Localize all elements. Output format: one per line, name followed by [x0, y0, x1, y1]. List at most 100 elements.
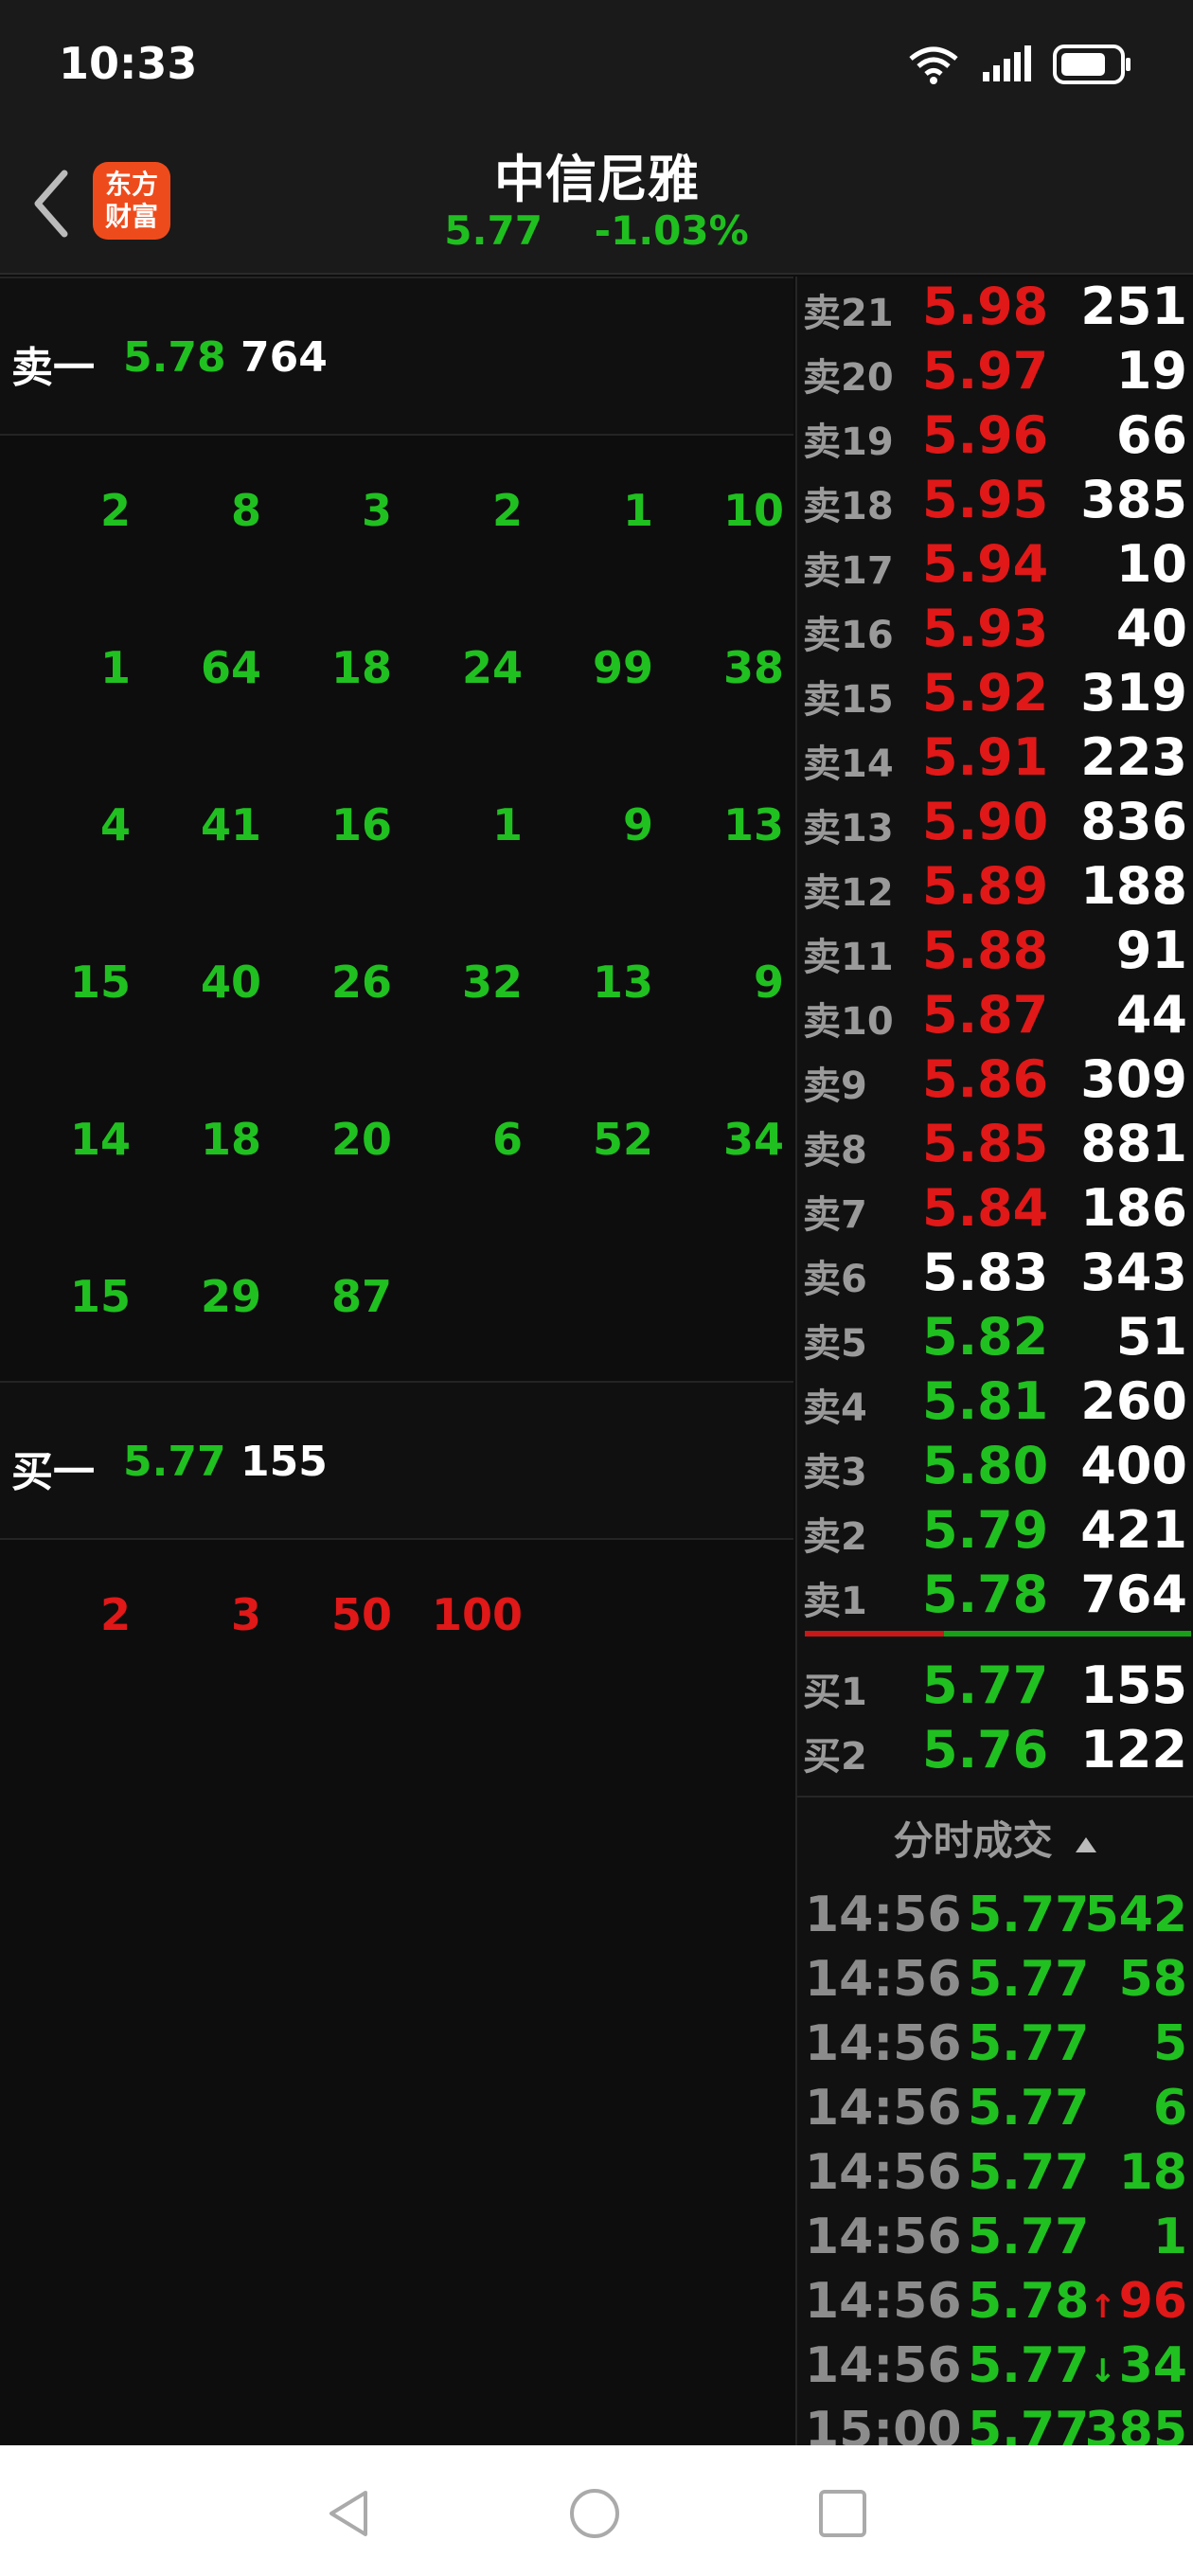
order-book-row[interactable]: 卖6 5.83 343 [797, 1243, 1193, 1307]
order-level-label: 买1 [803, 1671, 867, 1714]
nav-recents-icon[interactable] [816, 2487, 869, 2540]
queue-cell: 1 [99, 642, 131, 693]
order-level-price: 5.91 [922, 727, 1049, 787]
tick-volume: 18 [1118, 2144, 1187, 2201]
buy1-summary: 买一 5.77 155 [0, 1381, 793, 1538]
order-level-label: 卖8 [803, 1129, 867, 1172]
tick-time: 14:56 [805, 2337, 962, 2394]
order-book-row[interactable]: 卖20 5.97 19 [797, 341, 1193, 405]
queue-cell: 14 [69, 1114, 131, 1165]
queue-cell: 100 [431, 1589, 523, 1640]
queue-cell: 1 [491, 799, 523, 850]
sell1-price: 5.78 [123, 333, 226, 382]
order-book-row[interactable]: 卖3 5.80 400 [797, 1436, 1193, 1500]
order-level-price: 5.79 [922, 1500, 1049, 1560]
order-book-row[interactable]: 卖10 5.87 44 [797, 985, 1193, 1049]
queue-cell: 87 [330, 1271, 392, 1322]
order-level-volume: 10 [1115, 534, 1187, 594]
order-level-label: 卖1 [803, 1580, 867, 1623]
queue-cell: 15 [69, 957, 131, 1008]
queue-cell: 2 [99, 1589, 131, 1640]
order-book-row[interactable]: 卖4 5.81 260 [797, 1371, 1193, 1436]
order-level-volume: 223 [1080, 727, 1187, 787]
stock-quote: 5.77 -1.03% [0, 207, 1193, 254]
nav-home-icon[interactable] [568, 2487, 621, 2540]
buy1-volume: 155 [240, 1438, 328, 1486]
queue-cell: 13 [722, 799, 784, 850]
order-book-row[interactable]: 卖18 5.95 385 [797, 470, 1193, 534]
order-book-row[interactable]: 卖2 5.79 421 [797, 1500, 1193, 1565]
order-level-volume: 343 [1080, 1243, 1187, 1302]
order-level-price: 5.84 [922, 1178, 1049, 1238]
wifi-icon [909, 46, 958, 84]
order-book-panel: 卖21 5.98 251 卖20 5.97 19 卖19 5.96 66 卖18 5.95 385 卖1… [795, 277, 1193, 2459]
order-book-row[interactable]: 卖14 5.91 223 [797, 727, 1193, 792]
order-book-row[interactable]: 卖15 5.92 319 [797, 663, 1193, 727]
order-level-price: 5.97 [922, 341, 1049, 401]
order-level-label: 卖21 [803, 292, 894, 335]
order-level-label: 卖9 [803, 1064, 867, 1108]
order-level-label: 卖12 [803, 871, 894, 915]
buy1-label: 买一 [11, 1448, 95, 1496]
order-book-row[interactable]: 卖9 5.86 309 [797, 1049, 1193, 1114]
order-level-label: 卖13 [803, 807, 894, 850]
order-level-label: 卖16 [803, 614, 894, 657]
order-book-row[interactable]: 卖1 5.78 764 [797, 1565, 1193, 1629]
order-level-volume: 122 [1080, 1720, 1187, 1780]
arrow-down-icon: ↓ [1089, 2352, 1116, 2390]
order-book-row[interactable]: 卖16 5.93 40 [797, 599, 1193, 663]
order-book-row[interactable]: 卖7 5.84 186 [797, 1178, 1193, 1243]
order-level-price: 5.98 [922, 277, 1049, 336]
tick-time: 14:56 [805, 1887, 962, 1943]
queue-cell: 34 [722, 1114, 784, 1165]
order-book-row[interactable]: 卖17 5.94 10 [797, 534, 1193, 599]
queue-cell: 50 [330, 1589, 392, 1640]
order-level-price: 5.82 [922, 1307, 1049, 1367]
order-level-price: 5.81 [922, 1371, 1049, 1431]
order-book-row[interactable]: 买2 5.76 122 [797, 1720, 1193, 1784]
order-book-row[interactable]: 卖11 5.88 91 [797, 921, 1193, 985]
tick-time: 14:56 [805, 2080, 962, 2137]
order-book-row[interactable]: 卖19 5.96 66 [797, 405, 1193, 470]
order-level-price: 5.89 [922, 856, 1049, 916]
nav-back-icon[interactable] [322, 2487, 375, 2540]
queue-cell: 15 [69, 1271, 131, 1322]
order-level-volume: 51 [1115, 1307, 1187, 1367]
signal-icon [983, 45, 1031, 81]
stock-change: -1.03% [594, 207, 749, 254]
order-level-price: 5.86 [922, 1049, 1049, 1109]
order-level-volume: 764 [1080, 1565, 1187, 1624]
order-book-row[interactable]: 卖8 5.85 881 [797, 1114, 1193, 1178]
order-level-label: 卖6 [803, 1258, 867, 1301]
sell1-label: 卖一 [11, 344, 95, 392]
order-book-row[interactable]: 卖5 5.82 51 [797, 1307, 1193, 1371]
order-level-label: 卖3 [803, 1451, 867, 1494]
order-book-row[interactable]: 卖21 5.98 251 [797, 277, 1193, 341]
tick-row: 14:56 5.77 6 [797, 2080, 1193, 2144]
queue-cell: 8 [230, 485, 261, 536]
order-level-volume: 188 [1080, 856, 1187, 916]
ticks-toggle[interactable]: 分时成交 [797, 1796, 1193, 1871]
order-level-label: 卖5 [803, 1322, 867, 1366]
ticks-title: 分时成交 [893, 1817, 1053, 1864]
buy-queue-grid: 2 3 50 100 [0, 1538, 793, 1695]
order-level-price: 5.90 [922, 792, 1049, 851]
order-level-label: 卖18 [803, 485, 894, 528]
queue-cell: 18 [200, 1114, 261, 1165]
order-level-label: 卖15 [803, 678, 894, 722]
order-book-row[interactable]: 买1 5.77 155 [797, 1655, 1193, 1720]
tick-price: 5.77 [968, 1887, 1090, 1943]
stock-title: 中信尼雅 [494, 150, 699, 209]
stock-price: 5.77 [444, 207, 543, 254]
system-nav-bar [0, 2445, 1193, 2576]
order-book-row[interactable]: 卖12 5.89 188 [797, 856, 1193, 921]
order-level-volume: 260 [1080, 1371, 1187, 1431]
tick-volume: 1 [1152, 2209, 1187, 2265]
order-level-label: 卖2 [803, 1515, 867, 1559]
queue-cell: 64 [200, 642, 261, 693]
queue-cell: 38 [722, 642, 784, 693]
order-book-row[interactable]: 卖13 5.90 836 [797, 792, 1193, 856]
stock-header: 东方 财富 中信尼雅 5.77 -1.03% [0, 137, 1193, 275]
arrow-up-icon: ↑ [1089, 2288, 1116, 2326]
queue-cell: 20 [330, 1114, 392, 1165]
